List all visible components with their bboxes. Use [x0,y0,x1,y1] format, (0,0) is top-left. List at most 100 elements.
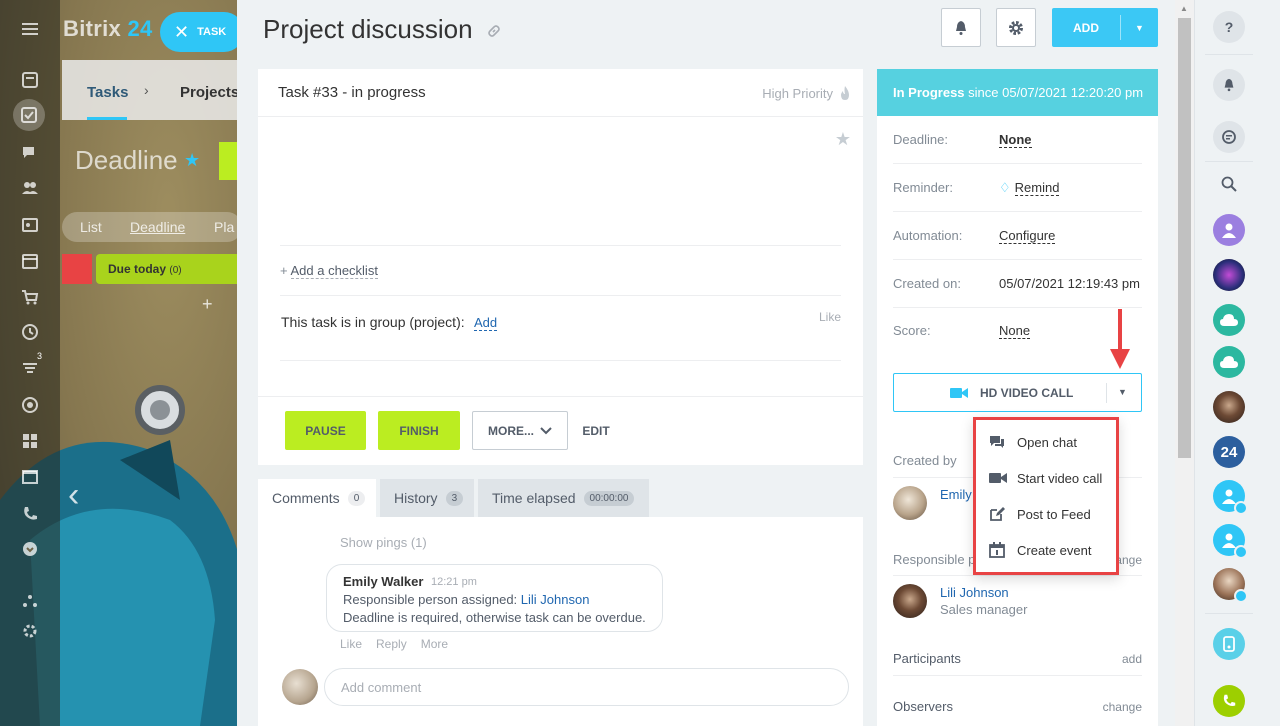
comment-author[interactable]: Emily Walker [343,574,423,589]
divider [258,396,863,397]
bell-icon: ♢ [999,180,1011,195]
comment-like-link[interactable]: Like [340,637,362,651]
responsible-name-link[interactable]: Lili Johnson [940,585,1009,600]
settings-nav-icon[interactable] [17,618,43,644]
link-icon[interactable] [487,24,501,38]
due-today-count: (0) [169,265,182,276]
tab-label: Time elapsed [492,490,576,506]
observers-change-link[interactable]: change [1103,700,1142,714]
divider [1205,54,1253,55]
finish-button[interactable]: FINISH [378,411,460,450]
comment-user-link[interactable]: Lili Johnson [521,592,590,607]
add-comment-input[interactable]: Add comment [324,668,849,706]
screen-share-icon[interactable] [1213,628,1245,660]
contact-avatar[interactable] [1213,214,1245,246]
open-line-avatar[interactable] [1213,524,1248,559]
chevron-down-icon[interactable]: ▼ [1118,387,1127,397]
contacts-icon[interactable] [17,212,43,238]
tab-history[interactable]: History 3 [380,479,474,517]
sitemap-icon[interactable] [17,588,43,614]
flame-icon [841,86,849,100]
badge [1234,545,1248,559]
phone-call-icon[interactable] [1213,685,1245,717]
settings-button[interactable] [996,8,1036,47]
add-group-link[interactable]: Add [474,315,498,331]
pause-button[interactable]: PAUSE [285,411,366,450]
tab-time-elapsed[interactable]: Time elapsed 00:00:00 [478,479,649,517]
contact-avatar[interactable] [1213,259,1245,291]
tasks-icon[interactable] [13,99,45,131]
calendar-nav-icon[interactable] [17,248,43,274]
star-icon[interactable]: ★ [184,150,200,171]
search-icon[interactable] [1213,168,1245,200]
clock-icon[interactable] [17,319,43,345]
menu-item-create-event[interactable]: Create event [989,540,1091,560]
created-on-label: Created on: [893,276,961,291]
cloud-contact-avatar[interactable] [1213,346,1245,378]
chevron-down-icon[interactable]: ▼ [1121,23,1158,33]
menu-item-post-to-feed[interactable]: Post to Feed [989,504,1091,524]
help-icon[interactable]: ? [1213,11,1245,43]
add-card-icon[interactable]: + [202,294,213,315]
contact-avatar[interactable] [1213,568,1248,603]
notifications-button[interactable] [941,8,981,47]
window-icon[interactable] [17,464,43,490]
menu-item-start-video-call[interactable]: Start video call [989,468,1102,488]
creator-name-link[interactable]: Emily [940,487,972,502]
chat-glyph [23,147,34,158]
more-circle-icon[interactable] [17,536,43,562]
panel-scrollbar[interactable]: ▲ [1175,0,1194,726]
view-deadline[interactable]: Deadline [130,219,185,235]
reminder-value[interactable]: ♢ Remind [999,180,1060,196]
task-header: Task #33 - in progress High Priority [258,69,863,117]
feed-icon[interactable] [17,67,43,93]
comment-reply-link[interactable]: Reply [376,637,407,651]
like-link[interactable]: Like [819,310,841,324]
edit-button[interactable]: EDIT [574,411,618,450]
notifications-rail-icon[interactable] [1213,69,1245,101]
view-list[interactable]: List [80,219,102,235]
status-label: In Progress [893,85,965,100]
tab-projects[interactable]: Projects [180,84,239,101]
comment-time: 12:21 pm [431,576,477,588]
brand-name: Bitrix [63,16,122,41]
avatar[interactable] [893,584,927,618]
score-value[interactable]: None [999,323,1031,339]
scrollbar-thumb[interactable] [1178,18,1191,458]
contact-avatar[interactable] [1213,391,1245,423]
add-button[interactable]: ADD ▼ [1052,8,1158,47]
show-pings-link[interactable]: Show pings (1) [340,535,427,550]
employees-icon[interactable] [17,175,43,201]
cloud-contact-avatar[interactable] [1213,304,1245,336]
apps-grid-icon[interactable] [17,428,43,454]
avatar[interactable] [893,486,927,520]
open-line-avatar[interactable] [1213,480,1248,515]
hd-video-call-button[interactable]: HD VIDEO CALL ▼ [893,373,1142,412]
menu-icon[interactable] [17,16,43,42]
tab-tasks[interactable]: Tasks [87,84,128,101]
view-planner[interactable]: Pla [214,219,234,235]
chevron-left-icon[interactable]: ‹ [68,476,79,515]
tab-comments[interactable]: Comments 0 [258,479,376,517]
deadline-value[interactable]: None [999,132,1032,148]
chat-icon[interactable] [17,140,43,166]
more-button[interactable]: MORE... [472,411,568,450]
menu-item-open-chat[interactable]: Open chat [989,432,1077,452]
filter-icon[interactable]: 3 [17,351,43,381]
phone-nav-icon[interactable] [17,501,43,527]
favorite-star-icon[interactable]: ★ [835,129,851,150]
close-task-pill[interactable]: ✕ TASK [160,12,244,52]
due-today-column: Due today (0) [62,254,242,284]
add-checklist-link[interactable]: + Add a checklist [280,263,378,279]
cart-icon[interactable] [17,284,43,310]
comment-more-link[interactable]: More [421,637,448,651]
target-icon[interactable] [17,392,43,418]
bitrix24-avatar[interactable]: 24 [1213,436,1245,468]
tab-active-underline [87,117,127,120]
brand-logo: Bitrix 24 [63,16,153,42]
priority-toggle[interactable]: High Priority [762,86,851,101]
scroll-up-icon[interactable]: ▲ [1180,4,1188,13]
participants-add-link[interactable]: add [1122,652,1142,666]
configure-link[interactable]: Configure [999,228,1056,244]
messages-rail-icon[interactable] [1213,121,1245,153]
